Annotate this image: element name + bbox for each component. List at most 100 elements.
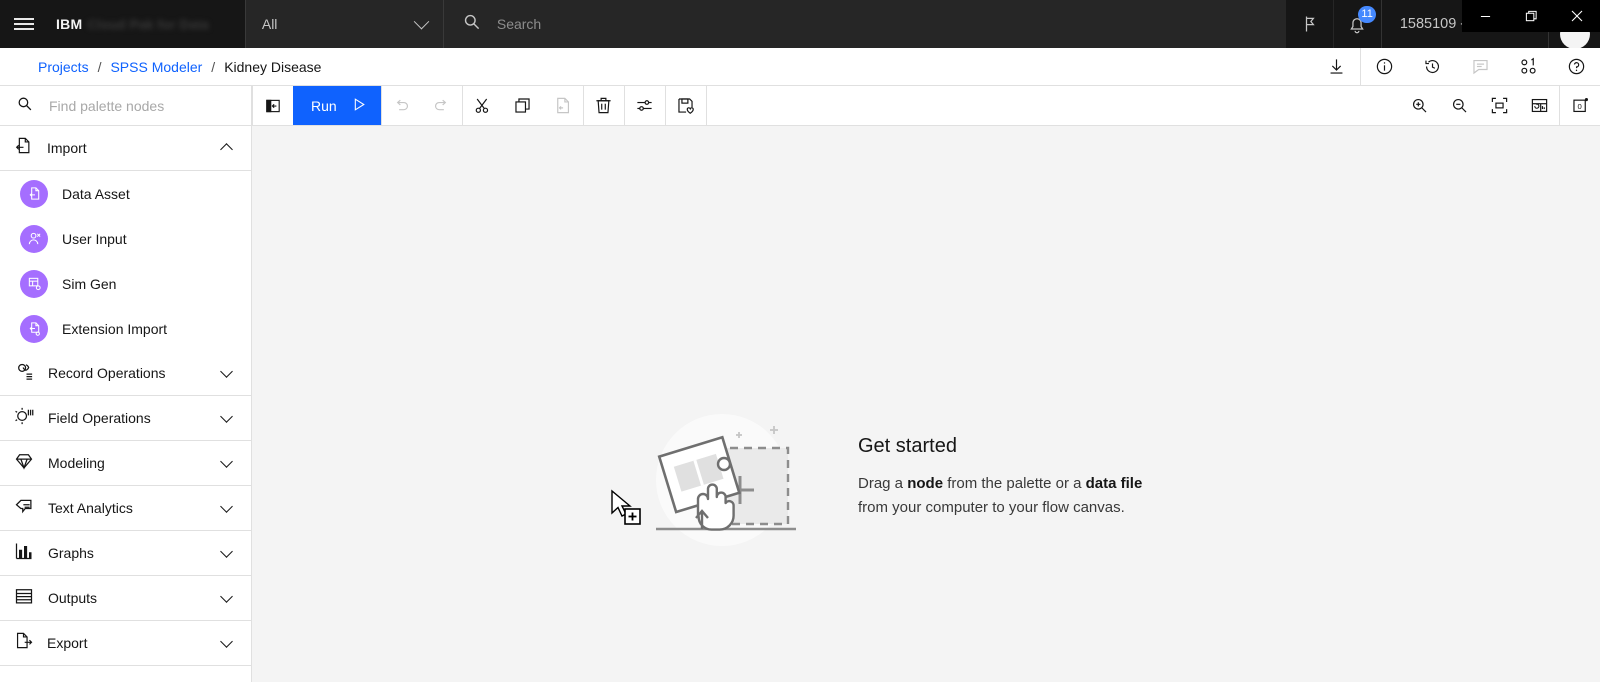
palette-category-label: Modeling	[48, 455, 105, 471]
cut-button[interactable]	[462, 86, 503, 125]
graphs-bar-chart-icon	[14, 541, 34, 566]
palette-category-outputs[interactable]: Outputs	[0, 576, 251, 621]
manage-access-icon[interactable]	[1504, 48, 1552, 86]
empty-state-bold-node: node	[907, 475, 944, 493]
empty-state-line1-prefix: Drag a	[858, 475, 908, 493]
empty-state-title: Get started	[858, 435, 957, 458]
palette-node-data-asset[interactable]: Data Asset	[0, 171, 251, 216]
information-icon[interactable]	[1360, 47, 1408, 86]
palette-category-export[interactable]: Export	[0, 621, 251, 666]
modeling-diamond-icon	[14, 451, 34, 476]
palette-category-field-operations[interactable]: Field Operations	[0, 396, 251, 441]
zoom-out-button[interactable]	[1439, 86, 1479, 125]
run-button[interactable]: Run	[293, 86, 381, 125]
empty-state-line1-mid: from the palette or a	[943, 475, 1086, 493]
play-icon	[350, 96, 367, 116]
hamburger-bars	[14, 15, 34, 33]
empty-state-description: Drag a node from the palette or a data f…	[858, 472, 1142, 519]
delete-button[interactable]	[583, 86, 624, 125]
window-controls	[1462, 0, 1600, 32]
chevron-down-icon	[220, 409, 233, 423]
global-search-box[interactable]	[442, 0, 1285, 48]
palette-category-import[interactable]: Import	[0, 126, 251, 171]
palette-node-label: Extension Import	[62, 320, 168, 337]
breadcrumb-item-projects[interactable]: Projects	[38, 59, 89, 75]
zoom-in-button[interactable]	[1399, 86, 1439, 125]
breadcrumb-separator: /	[97, 58, 102, 75]
spss-modeler-flow-editor: IBM Cloud Pak for Data All Search 11 158…	[0, 0, 1600, 682]
palette-node-user-input[interactable]: User Input	[0, 216, 251, 261]
empty-state-line2: from your computer to your flow canvas.	[858, 498, 1125, 516]
record-operations-icon	[14, 361, 34, 386]
header-spacer	[224, 0, 245, 48]
chevron-down-icon	[413, 13, 430, 29]
brand-label[interactable]: IBM Cloud Pak for Data	[48, 0, 225, 48]
palette-node-sim-gen[interactable]: Sim Gen	[0, 261, 251, 306]
toggle-palette-panel-button[interactable]	[253, 86, 293, 125]
sim-gen-icon	[20, 269, 48, 298]
palette-category-label: Graphs	[48, 545, 94, 561]
palette-category-record-operations[interactable]: Record Operations	[0, 351, 251, 396]
palette-category-label: Outputs	[48, 590, 98, 606]
undo-button	[381, 86, 422, 125]
node-palette-sidebar: Import Data Asset User Input	[0, 86, 252, 682]
breadcrumb-item-spss-modeler[interactable]: SPSS Modeler	[110, 59, 202, 75]
brand-ibm-text: IBM	[56, 16, 83, 32]
chevron-down-icon	[220, 589, 233, 603]
palette-category-label: Import	[47, 140, 87, 156]
brand-suffix-blurred: Cloud Pak for Data	[87, 16, 209, 32]
palette-node-extension-import[interactable]: Extension Import	[0, 306, 251, 351]
zoom-to-fit-button[interactable]	[1479, 86, 1519, 125]
chevron-down-icon	[220, 544, 233, 558]
palette-category-label: Record Operations	[48, 365, 166, 381]
breadcrumb-item-current: Kidney Disease	[224, 58, 322, 75]
download-icon[interactable]	[1312, 48, 1360, 86]
search-scope-dropdown[interactable]: All	[244, 0, 443, 48]
history-icon[interactable]	[1408, 48, 1456, 86]
palette-search-box[interactable]	[0, 86, 251, 126]
comment-icon	[1456, 48, 1504, 86]
extension-import-icon	[20, 314, 48, 343]
palette-category-label: Export	[47, 635, 88, 651]
palette-node-label: Sim Gen	[62, 275, 117, 292]
flow-settings-button[interactable]	[624, 86, 665, 125]
notification-bell-icon[interactable]: 11	[1332, 0, 1381, 48]
global-search-input[interactable]	[496, 16, 1238, 32]
header-action-icons: 11	[1284, 0, 1381, 48]
help-icon[interactable]	[1552, 48, 1600, 86]
svg-text:0: 0	[1577, 102, 1581, 111]
palette-search-input[interactable]	[49, 97, 209, 114]
empty-state-text: Get started Drag a node from the palette…	[858, 435, 1142, 519]
data-asset-icon	[20, 179, 48, 208]
hamburger-menu-icon[interactable]	[0, 0, 48, 48]
chevron-down-icon	[220, 634, 233, 648]
search-icon	[16, 95, 33, 117]
toggle-bottom-panel-button[interactable]	[1519, 86, 1559, 125]
close-button[interactable]	[1554, 0, 1600, 32]
chevron-down-icon	[220, 499, 233, 513]
chevron-up-icon	[220, 143, 233, 156]
palette-node-label: Data Asset	[62, 185, 130, 202]
global-header: IBM Cloud Pak for Data All Search 11 158…	[0, 0, 1600, 49]
palette-node-label: User Input	[62, 230, 127, 247]
flow-canvas[interactable]: Get started Drag a node from the palette…	[252, 126, 1600, 682]
notification-count-badge: 11	[1358, 6, 1376, 23]
import-icon	[14, 136, 33, 160]
outputs-table-icon	[14, 586, 34, 611]
drag-add-cursor	[610, 489, 644, 532]
user-input-icon	[20, 224, 48, 253]
export-icon	[14, 631, 33, 655]
palette-category-modeling[interactable]: Modeling	[0, 441, 251, 486]
flag-icon[interactable]	[1284, 0, 1333, 48]
maximize-button[interactable]	[1508, 0, 1554, 32]
flow-notifications-icon[interactable]: 0	[1560, 86, 1600, 125]
palette-category-text-analytics[interactable]: Text Analytics	[0, 486, 251, 531]
save-flow-button[interactable]	[665, 86, 706, 125]
palette-category-graphs[interactable]: Graphs	[0, 531, 251, 576]
palette-category-label: Text Analytics	[48, 500, 133, 516]
minimize-button[interactable]	[1462, 0, 1508, 32]
canvas-empty-state: Get started Drag a node from the palette…	[640, 402, 1142, 552]
text-analytics-icon	[14, 496, 34, 521]
copy-button[interactable]	[502, 86, 543, 125]
search-icon	[462, 12, 481, 36]
